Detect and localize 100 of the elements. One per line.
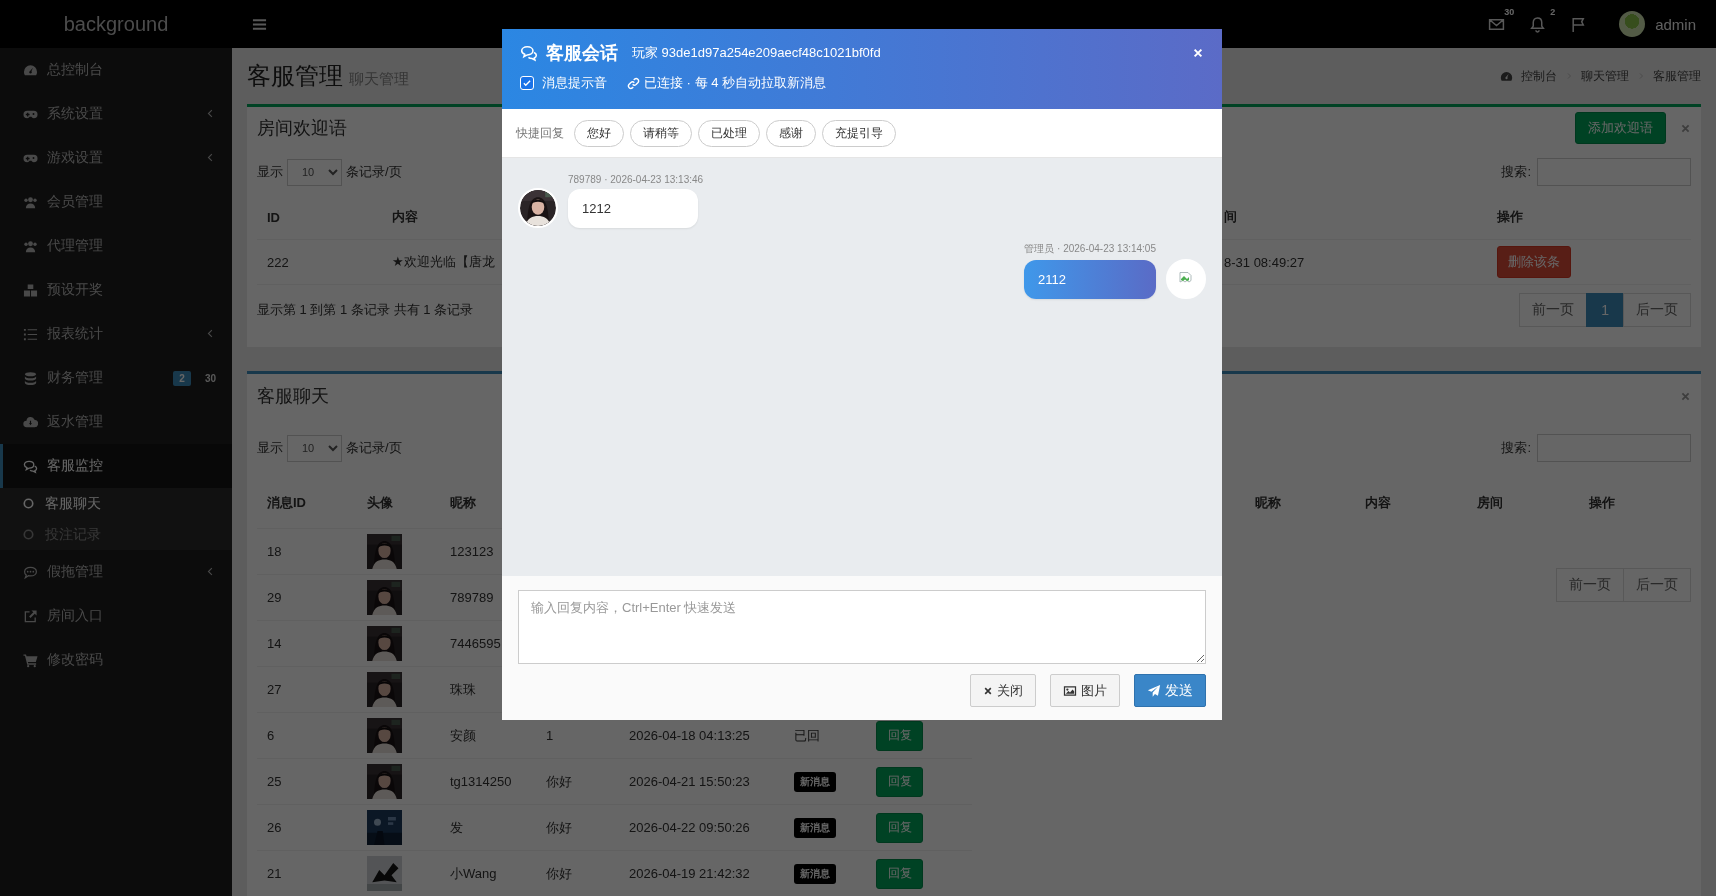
table-cell: 18 — [267, 544, 282, 559]
cubes-icon — [23, 282, 38, 298]
count-label: 30 — [204, 372, 216, 384]
user-name[interactable]: admin — [1655, 15, 1696, 33]
check-icon — [522, 78, 532, 88]
sound-checkbox[interactable] — [520, 76, 534, 90]
send-button[interactable]: 发送 — [1134, 674, 1206, 707]
page-button[interactable]: 1 — [1586, 293, 1624, 327]
delete-button[interactable]: 删除该条 — [1497, 246, 1571, 278]
column-header: 间 — [1224, 208, 1237, 226]
send-icon — [1147, 683, 1161, 698]
message-meta: 管理员 · 2026-04-23 13:14:05 — [1024, 242, 1156, 256]
quick-reply-button[interactable]: 您好 — [574, 119, 624, 147]
page-button[interactable]: 前一页 — [1519, 293, 1588, 327]
reply-button[interactable]: 回复 — [876, 812, 923, 843]
menu-icon[interactable] — [252, 16, 267, 32]
table-cell: ★欢迎光临【唐龙 — [392, 253, 495, 271]
breadcrumb-link[interactable]: 控制台 — [1521, 67, 1557, 85]
gauge-icon — [1500, 69, 1513, 83]
table-cell: 你好 — [546, 818, 572, 837]
close-button[interactable]: 关闭 — [970, 674, 1036, 707]
table-cell: 2026-04-21 15:50:23 — [629, 774, 750, 789]
length-label: 条记录/页 — [346, 163, 402, 181]
bell-icon[interactable] — [1529, 15, 1547, 33]
sidebar-item[interactable]: 客服监控 — [0, 444, 232, 488]
column-header: 昵称 — [1255, 494, 1281, 512]
image-icon — [1063, 683, 1077, 698]
status-badge: 新消息 — [794, 771, 836, 792]
column-header: 内容 — [392, 208, 418, 226]
close-icon[interactable] — [1680, 122, 1691, 134]
add-button[interactable]: 添加欢迎语 — [1575, 112, 1666, 144]
status-badge: 新消息 — [794, 863, 836, 884]
table-cell: 2026-04-18 04:13:25 — [629, 728, 750, 743]
close-icon[interactable] — [1192, 47, 1204, 59]
quick-reply-label: 快捷回复 — [516, 124, 564, 142]
table-cell: 222 — [267, 254, 289, 270]
table-cell: 2026-04-19 21:42:32 — [629, 866, 750, 881]
table-cell: 789789 — [450, 590, 494, 605]
search-label: 搜索: — [1501, 439, 1531, 457]
reply-button[interactable]: 回复 — [876, 766, 923, 797]
column-header: 操作 — [1497, 208, 1523, 226]
table-cell: 27 — [267, 682, 282, 697]
status-badge: 新消息 — [794, 817, 836, 838]
quick-reply-button[interactable]: 感谢 — [766, 119, 816, 147]
users-icon — [23, 194, 38, 210]
reply-button[interactable]: 回复 — [876, 720, 923, 751]
quick-reply-button[interactable]: 已处理 — [698, 119, 760, 147]
database-icon — [23, 370, 38, 386]
length-label: 显示 — [257, 439, 283, 457]
page-size-select[interactable]: 10 — [287, 158, 342, 186]
chat-bubbles-icon — [520, 44, 538, 62]
quick-reply-button[interactable]: 请稍等 — [630, 119, 692, 147]
table-cell: 6 — [267, 728, 275, 743]
link-icon — [627, 76, 640, 90]
close-icon — [983, 685, 993, 696]
image-button[interactable]: 图片 — [1050, 674, 1120, 707]
reply-input[interactable]: 输入回复内容，Ctrl+Enter 快速发送 — [518, 590, 1206, 664]
table-cell: 7446595 — [450, 636, 501, 651]
table-info: 显示第 1 到第 1 条记录 共有 1 条记录 — [257, 301, 473, 319]
breadcrumb-link[interactable]: 客服管理 — [1653, 67, 1701, 85]
quick-reply-button[interactable]: 充提引导 — [822, 119, 896, 147]
page-button[interactable]: 前一页 — [1556, 568, 1624, 602]
user-avatar[interactable] — [1619, 11, 1646, 37]
table-cell: 发 — [450, 818, 463, 837]
column-header: 房间 — [1477, 494, 1503, 512]
table-cell: 14 — [267, 636, 282, 651]
list-icon — [23, 326, 38, 342]
share-icon — [23, 608, 38, 624]
submenu-item[interactable]: 客服聊天 — [0, 488, 232, 519]
connection-status: 已连接 · 每 4 秒自动拉取新消息 — [644, 74, 826, 92]
dialog-title: 客服会话 — [546, 42, 618, 65]
panel-title: 房间欢迎语 — [257, 117, 347, 140]
cloud-download-icon — [23, 414, 38, 430]
page-button[interactable]: 后一页 — [1623, 293, 1691, 327]
page-title: 客服管理 — [247, 61, 343, 91]
message-bubble: 2112 — [1024, 260, 1156, 299]
table-cell: 安颜 — [450, 726, 476, 745]
table-cell: tg1314250 — [450, 774, 512, 789]
sidebar-item[interactable]: 修改密码 — [0, 638, 232, 682]
player-id: 玩家 93de1d97a254e209aecf48c1021bf0fd — [632, 44, 881, 62]
breadcrumb-link[interactable]: 聊天管理 — [1581, 67, 1629, 85]
message-meta: 789789 · 2026-04-23 13:13:46 — [568, 174, 704, 185]
page-size-select[interactable]: 10 — [287, 434, 342, 462]
logo-text: background — [63, 12, 169, 36]
table-cell: 小Wang — [450, 864, 497, 883]
cart-icon — [23, 652, 38, 668]
column-header: 内容 — [1365, 494, 1391, 512]
table-cell: 29 — [267, 590, 282, 605]
table-cell: 123123 — [450, 544, 494, 559]
close-icon[interactable] — [1680, 390, 1691, 402]
column-header: ID — [267, 209, 280, 225]
users-icon — [23, 238, 38, 254]
status-text: 已回 — [794, 726, 820, 745]
page-button[interactable]: 后一页 — [1623, 568, 1691, 602]
column-header: 操作 — [1589, 494, 1615, 512]
count-badge: 2 — [173, 370, 191, 386]
table-cell: 26 — [267, 820, 282, 835]
message-bubble: 1212 — [568, 189, 698, 228]
reply-button[interactable]: 回复 — [876, 858, 923, 889]
column-header: 消息ID — [267, 494, 306, 512]
